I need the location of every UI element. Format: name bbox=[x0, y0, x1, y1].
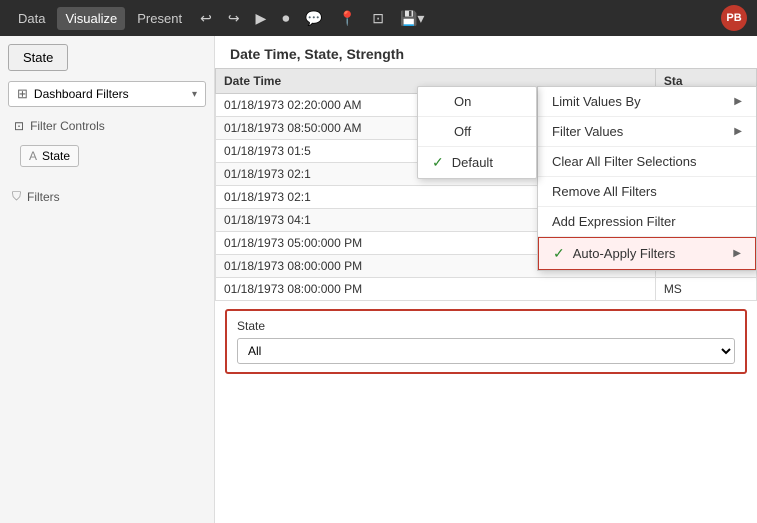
default-check-icon: ✓ bbox=[432, 154, 444, 171]
data-tab-button[interactable]: Data bbox=[10, 7, 53, 30]
state-filter-select[interactable]: All bbox=[237, 338, 735, 364]
state-badge-label: State bbox=[42, 149, 70, 163]
pin-button[interactable]: 📍 bbox=[333, 6, 362, 31]
arrow-right-icon-2: ▶ bbox=[734, 126, 742, 137]
sidebar: State ⊞ Dashboard Filters ▾ ⊡ Filter Con… bbox=[0, 36, 215, 523]
play-icon bbox=[256, 10, 267, 26]
filter-controls-bar: ⊡ Filter Controls bbox=[8, 115, 206, 137]
frame-button[interactable]: ⊡ bbox=[366, 6, 390, 31]
filter-values-menu-item[interactable]: Filter Values ▶ bbox=[538, 117, 756, 147]
state-badge[interactable]: A State bbox=[20, 145, 79, 167]
remove-filters-menu-item[interactable]: Remove All Filters bbox=[538, 177, 756, 207]
off-label: Off bbox=[454, 124, 471, 139]
avatar[interactable]: PB bbox=[721, 5, 747, 31]
bottom-filter-label: State bbox=[237, 319, 735, 333]
remove-filters-label: Remove All Filters bbox=[552, 184, 657, 199]
play-button[interactable] bbox=[250, 6, 273, 31]
filter-controls-label: Filter Controls bbox=[30, 119, 105, 133]
dashboard-filters-label: Dashboard Filters bbox=[34, 87, 192, 101]
table-row: 01/18/1973 08:00:000 PMMS bbox=[216, 278, 757, 301]
bottom-filter-panel: State All bbox=[225, 309, 747, 374]
state-tab[interactable]: State bbox=[8, 44, 68, 71]
filter-controls-icon: ⊡ bbox=[14, 119, 24, 133]
comment-button[interactable]: 💬 bbox=[299, 6, 328, 31]
default-option[interactable]: ✓ Default bbox=[418, 147, 536, 178]
chevron-down-icon: ▾ bbox=[192, 89, 197, 100]
save-button[interactable]: 💾▾ bbox=[394, 6, 430, 31]
text-icon: A bbox=[29, 149, 37, 163]
redo-icon bbox=[228, 10, 240, 26]
auto-apply-menu-item[interactable]: ✓ Auto-Apply Filters ▶ bbox=[538, 237, 756, 270]
dashboard-filters-bar[interactable]: ⊞ Dashboard Filters ▾ bbox=[8, 81, 206, 107]
chart-title: Date Time, State, Strength bbox=[215, 36, 757, 68]
camera-icon bbox=[282, 10, 289, 26]
on-option[interactable]: On bbox=[418, 87, 536, 117]
record-button[interactable] bbox=[276, 6, 295, 31]
present-tab-button[interactable]: Present bbox=[129, 7, 190, 30]
clear-filters-label: Clear All Filter Selections bbox=[552, 154, 697, 169]
limit-values-menu-item[interactable]: Limit Values By ▶ bbox=[538, 87, 756, 117]
arrow-right-icon: ▶ bbox=[734, 96, 742, 107]
filters-section: ⛉ Filters bbox=[8, 187, 206, 206]
add-expression-menu-item[interactable]: Add Expression Filter bbox=[538, 207, 756, 237]
content-area: Date Time, State, Strength Date Time Sta… bbox=[215, 36, 757, 523]
on-label: On bbox=[454, 94, 471, 109]
redo-button[interactable] bbox=[222, 6, 246, 31]
auto-apply-sub-popup: On Off ✓ Default bbox=[417, 86, 537, 179]
main-area: State ⊞ Dashboard Filters ▾ ⊡ Filter Con… bbox=[0, 36, 757, 523]
filter-funnel-icon: ⛉ bbox=[12, 189, 21, 204]
auto-apply-arrow-icon: ▶ bbox=[733, 248, 741, 259]
filters-label: Filters bbox=[27, 190, 60, 204]
off-option[interactable]: Off bbox=[418, 117, 536, 147]
default-label: Default bbox=[452, 155, 493, 170]
toolbar: Data Visualize Present 💬 📍 ⊡ 💾▾ PB bbox=[0, 0, 757, 36]
add-expression-label: Add Expression Filter bbox=[552, 214, 676, 229]
clear-filters-menu-item[interactable]: Clear All Filter Selections bbox=[538, 147, 756, 177]
check-icon: ✓ bbox=[553, 245, 565, 262]
filter-values-label: Filter Values bbox=[552, 124, 623, 139]
date-cell: 01/18/1973 08:00:000 PM bbox=[216, 278, 656, 301]
undo-icon bbox=[200, 10, 212, 26]
limit-values-label: Limit Values By bbox=[552, 94, 641, 109]
auto-apply-label: Auto-Apply Filters bbox=[573, 246, 676, 261]
state-cell: MS bbox=[655, 278, 756, 301]
visualize-tab-button[interactable]: Visualize bbox=[57, 7, 125, 30]
dropdown-menu: Limit Values By ▶ Filter Values ▶ Clear … bbox=[537, 86, 757, 271]
grid-icon: ⊞ bbox=[17, 86, 28, 102]
undo-button[interactable] bbox=[194, 6, 218, 31]
